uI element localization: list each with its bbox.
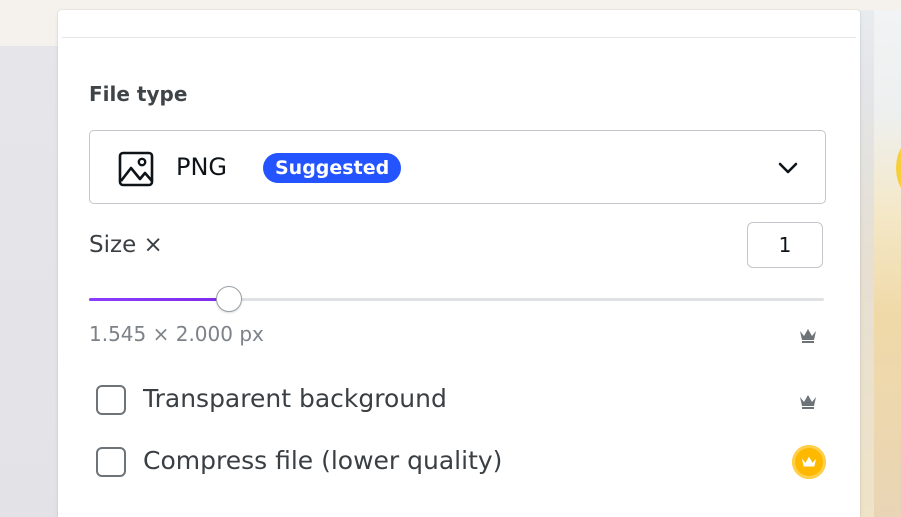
size-input[interactable]: 1 bbox=[747, 222, 823, 268]
option-compress-file[interactable]: Compress file (lower quality) bbox=[96, 445, 836, 479]
size-label: Size × bbox=[89, 232, 163, 258]
chevron-down-icon bbox=[778, 162, 798, 174]
size-dimensions: 1.545 × 2.000 px bbox=[89, 322, 264, 346]
file-type-label: File type bbox=[89, 82, 188, 106]
size-slider[interactable] bbox=[89, 286, 824, 312]
design-thumbnail bbox=[874, 10, 901, 517]
file-type-value: PNG bbox=[176, 153, 228, 181]
crown-icon bbox=[800, 395, 816, 409]
slider-handle[interactable] bbox=[216, 286, 242, 312]
transparent-background-checkbox[interactable] bbox=[96, 385, 126, 415]
transparent-background-label: Transparent background bbox=[143, 384, 447, 413]
compress-file-label: Compress file (lower quality) bbox=[143, 446, 503, 475]
image-icon bbox=[118, 151, 154, 187]
option-transparent-background[interactable]: Transparent background bbox=[96, 383, 836, 417]
crown-gold-icon bbox=[792, 445, 826, 479]
crown-icon bbox=[801, 456, 817, 467]
download-panel: File type PNG Suggested Size × 1 1.545 ×… bbox=[58, 10, 860, 517]
header-divider bbox=[62, 37, 856, 38]
slider-fill bbox=[89, 298, 229, 301]
suggested-badge: Suggested bbox=[263, 153, 402, 183]
canvas-background-left bbox=[0, 46, 58, 517]
compress-file-checkbox[interactable] bbox=[96, 447, 126, 477]
crown-icon bbox=[800, 329, 816, 343]
file-type-select[interactable]: PNG Suggested bbox=[89, 130, 826, 204]
canvas-preview-right bbox=[860, 10, 901, 517]
